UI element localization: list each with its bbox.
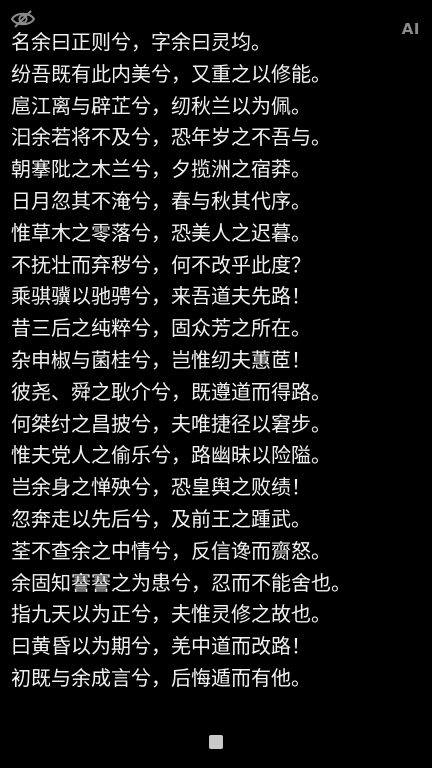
poem-text: 名余曰正则兮，字余曰灵均。纷吾既有此内美兮，又重之以修能。 扈江离与辟芷兮，纫秋兰…: [11, 27, 422, 695]
poem-line: 荃不查余之中情兮，反信谗而齌怒。: [11, 538, 331, 563]
square-handle-icon[interactable]: [209, 735, 223, 749]
poem-line: 朝搴阰之木兰兮，夕揽洲之宿莽。: [11, 157, 311, 182]
poem-line: 彼尧、舜之耿介兮，既遵道而得路。: [11, 379, 331, 404]
poem-line: 曰黄昏以为期兮，羌中道而改路！: [11, 634, 311, 659]
poem-line: 忽奔走以先后兮，及前王之踵武。: [11, 506, 311, 531]
poem-line: 纷吾既有此内美兮，又重之以修能。: [11, 61, 331, 86]
poem-line: 指九天以为正兮，夫惟灵修之故也。: [11, 602, 331, 627]
poem-line: 惟夫党人之偷乐兮，路幽昧以险隘。: [11, 443, 331, 468]
poem-line: 汩余若将不及兮，恐年岁之不吾与。: [11, 125, 331, 150]
poem-line: 惟草木之零落兮，恐美人之迟暮。: [11, 220, 311, 245]
poem-line: 昔三后之纯粹兮，固众芳之所在。: [11, 316, 311, 341]
poem-line: 名余曰正则兮，字余曰灵均。: [11, 30, 271, 54]
poem-line: 不抚壮而弃秽兮，何不改乎此度？: [11, 252, 311, 277]
poem-line: 何桀纣之昌披兮，夫唯捷径以窘步。: [11, 411, 331, 436]
poem-line: 岂余身之惮殃兮，恐皇舆之败绩！: [11, 475, 311, 500]
poem-line: 余固知謇謇之为患兮，忍而不能舍也。: [11, 570, 351, 595]
poem-line: 杂申椒与菌桂兮，岂惟纫夫蕙茝！: [11, 347, 311, 372]
poem-line: 日月忽其不淹兮，春与秋其代序。: [11, 188, 311, 213]
poem-line: 乘骐骥以驰骋兮，来吾道夫先路！: [11, 284, 311, 309]
poem-line: 初既与余成言兮，后悔遁而有他。: [11, 665, 311, 690]
poem-line: 扈江离与辟芷兮，纫秋兰以为佩。: [11, 93, 311, 118]
